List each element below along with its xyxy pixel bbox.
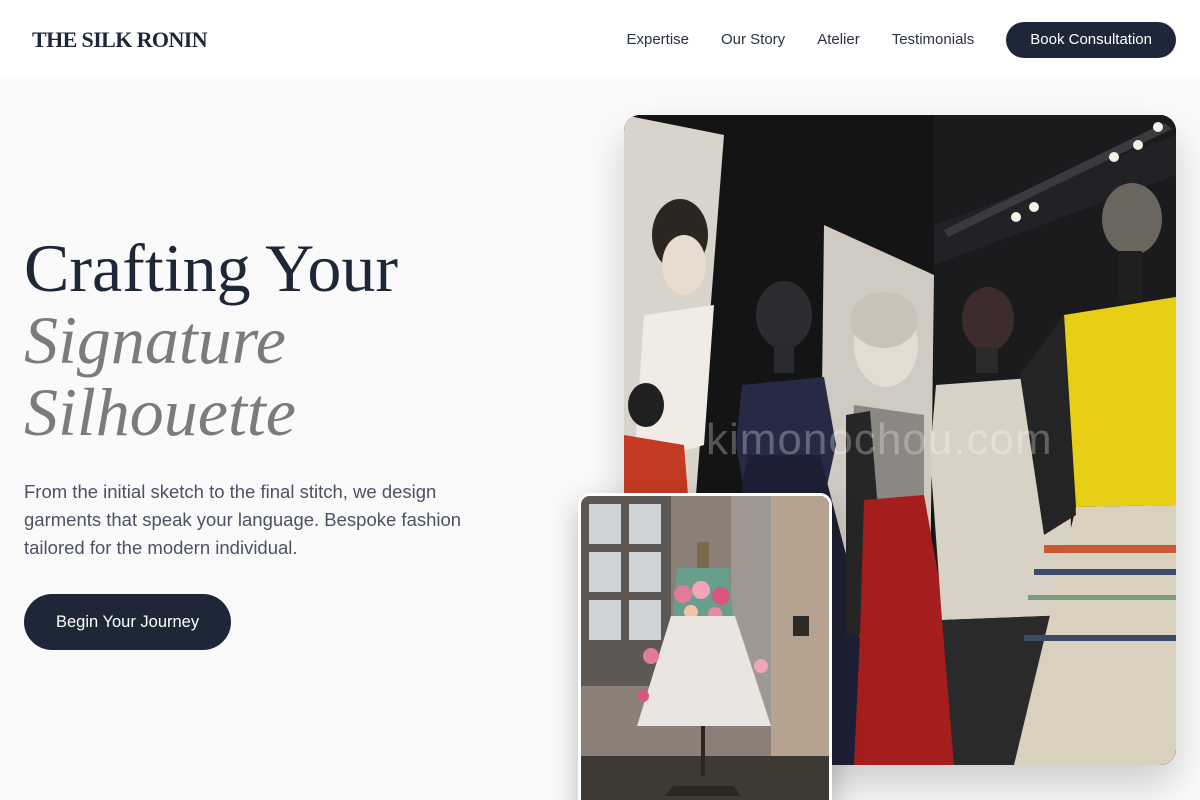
site-header: THE SILK RONIN Expertise Our Story Ateli… (0, 0, 1200, 79)
nav-link-our-story[interactable]: Our Story (721, 31, 785, 48)
image-watermark: kimonochou.com (706, 415, 1053, 464)
floral-dress-illustration (581, 496, 829, 800)
book-consultation-button[interactable]: Book Consultation (1006, 21, 1176, 58)
nav-link-testimonials[interactable]: Testimonials (892, 31, 975, 48)
hero-subtext: From the initial sketch to the final sti… (24, 481, 462, 558)
nav-link-atelier[interactable]: Atelier (817, 31, 860, 48)
main-nav: Expertise Our Story Atelier Testimonials… (626, 21, 1176, 58)
hero-section: Crafting Your Signature Silhouette From … (24, 232, 494, 650)
headline-line-2: Signature (24, 302, 286, 378)
headline-line-1: Crafting Your (24, 230, 399, 306)
headline-line-3: Silhouette (24, 374, 296, 450)
begin-journey-button[interactable]: Begin Your Journey (24, 594, 232, 650)
hero-headline: Crafting Your Signature Silhouette (24, 232, 494, 448)
brand-logo[interactable]: THE SILK RONIN (32, 27, 208, 53)
floral-dress-photo (578, 493, 832, 800)
nav-link-expertise[interactable]: Expertise (626, 31, 689, 48)
